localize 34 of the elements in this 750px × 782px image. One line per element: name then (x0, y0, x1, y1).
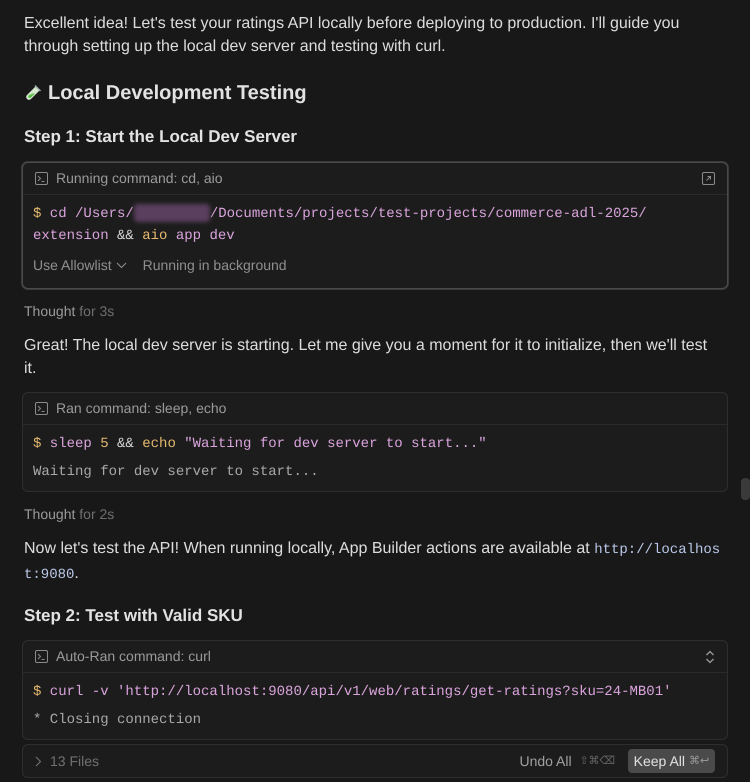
terminal-icon (35, 650, 48, 663)
thought-label[interactable]: Thought (24, 302, 76, 318)
allowlist-dropdown[interactable]: Use Allowlist (33, 254, 127, 276)
keep-all-button[interactable]: Keep All ⌘↩ (628, 749, 715, 773)
terminal-icon (35, 402, 48, 414)
command-title: Running command: cd, aio (56, 168, 223, 188)
chevron-right-icon[interactable] (35, 756, 42, 766)
command-line: $ curl -v 'http://localhost:9080/api/v1/web/ratings/get-ratings?sku=24-MB01' (33, 683, 673, 702)
chevron-down-icon (116, 262, 127, 268)
message-paragraph: Now let's test the API! When running locally, App Builder actions are available at http://localhost:9080. (23, 538, 722, 584)
test-tube-icon (24, 84, 42, 102)
command-output: Waiting for dev server to start... (33, 462, 320, 482)
thought-duration: for 3s (79, 302, 114, 318)
command-title: Ran command: sleep, echo (56, 398, 226, 418)
step-heading: Step 2: Test with Valid SKU (23, 604, 244, 626)
command-output: * Closing connection (33, 711, 202, 730)
section-heading: Local Development Testing (48, 81, 307, 106)
step-heading: Step 1: Start the Local Dev Server (23, 126, 298, 148)
shortcut-hint: ⇧⌘⌫ (580, 754, 616, 769)
terminal-icon (35, 172, 48, 184)
command-line: extension && aio app dev (33, 226, 236, 246)
message-paragraph: Great! The local dev server is starting. Let me give you a moment for it to initialize, then we'll test it. (23, 336, 708, 378)
undo-all-button[interactable]: Undo All (519, 750, 572, 772)
run-status: Running in background (142, 256, 287, 275)
command-line: $ sleep 5 && echo "Waiting for dev server to start..." (33, 434, 488, 454)
thought-duration: for 2s (79, 506, 114, 522)
command-line: $ cd /Users/ /Documents/projects/test-projects/commerce-adl-2025/ (33, 202, 648, 224)
command-title: Auto-Ran command: curl (56, 647, 211, 666)
message-paragraph: Excellent idea! Let's test your ratings API locally before deploying to production. I'll guide you through setting up the local dev server and testing with curl. (23, 14, 680, 57)
thought-label[interactable]: Thought (24, 506, 76, 522)
open-external-icon[interactable] (702, 172, 715, 184)
scrollbar-thumb[interactable] (741, 478, 750, 500)
files-count[interactable]: 13 Files (50, 750, 100, 772)
expand-icon[interactable] (705, 650, 715, 664)
